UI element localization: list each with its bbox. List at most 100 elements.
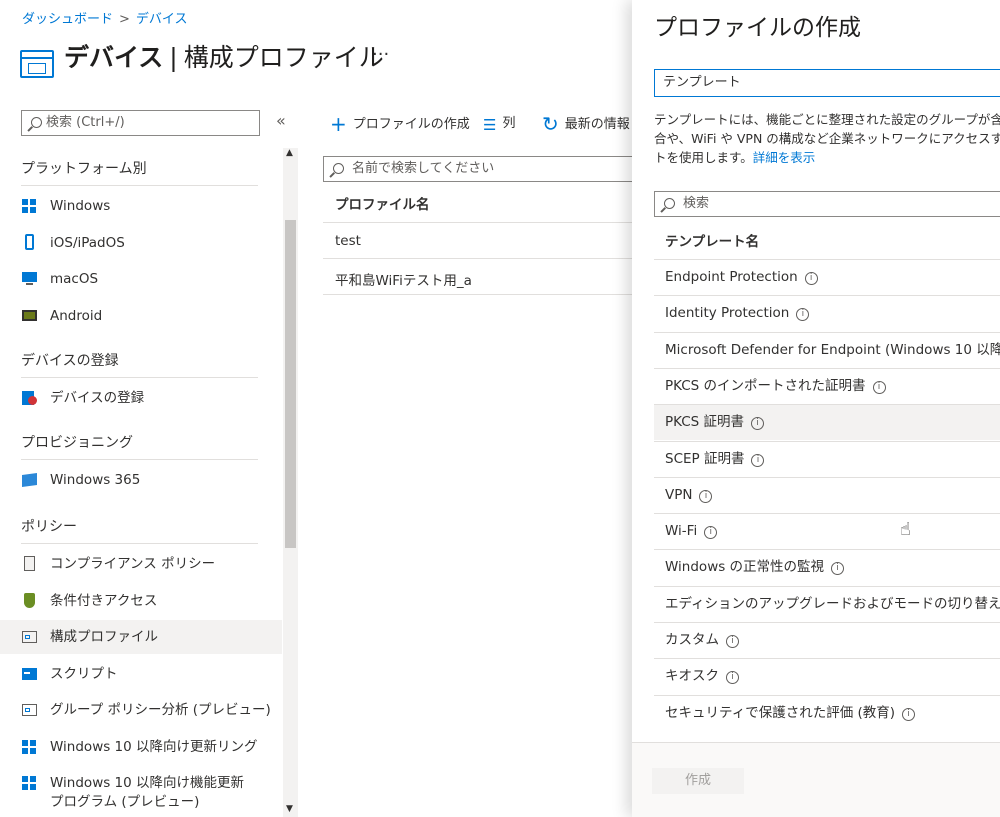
template-row[interactable]: Wi-Fi i [654,513,1000,549]
windows-icon-part [22,747,28,754]
windows-icon [22,199,37,213]
template-row-label: SCEP 証明書 i [665,450,765,469]
panel-title: プロファイルの作成 [654,15,861,41]
template-row[interactable]: PKCS のインポートされた証明書 i [654,367,1000,404]
template-name: キオスク [665,668,719,685]
info-icon[interactable]: i [796,308,810,322]
info-icon[interactable]: i [699,489,713,503]
template-row[interactable]: SCEP 証明書 i [654,440,1000,477]
profile-type-dropdown[interactable]: テンプレート [654,69,1000,97]
nav-search-input[interactable]: 検索 (Ctrl+/) [21,110,260,136]
nav-item-label-line2: プログラム (プレビュー) [50,794,200,810]
nav-item-label: macOS [50,271,99,287]
template-row-label: Wi-Fi i [665,522,718,541]
profile-type-value: テンプレート [663,75,741,90]
search-icon [31,117,42,128]
profile-row-heiwajima-wifi[interactable]: 平和島WiFiテスト用_a [335,269,472,289]
create-profile-button[interactable]: + プロファイルの作成 [330,112,470,136]
nav-item-windows[interactable]: Windows [0,189,282,223]
info-icon[interactable]: i [804,272,818,285]
info-icon[interactable]: i [751,453,765,467]
windows-icon-part [22,199,28,205]
nav-item-label: 構成プロファイル [50,629,158,645]
template-search-input[interactable]: 検索 [654,191,1000,217]
learn-more-link[interactable]: 詳細を表示 [753,150,816,165]
profile-name-column-header[interactable]: プロファイル名 [335,193,430,213]
template-name: Endpoint Protection [665,269,798,285]
template-name: Identity Protection [665,305,790,322]
template-row[interactable]: カスタム i [654,622,1000,658]
nav-item-windows[interactable]: Windows 10 以降向け更新リング [0,730,282,764]
nav-item-android-device[interactable]: Android [0,299,282,333]
template-name: SCEP 証明書 [665,450,745,467]
info-icon[interactable]: i [831,562,845,576]
nav-scrollbar-thumb[interactable] [285,220,296,548]
template-row[interactable]: Endpoint Protection i [654,259,1000,295]
scroll-down-arrow-icon[interactable]: ▼ [286,804,293,814]
nav-item-macos-monitor[interactable]: macOS [0,262,282,296]
template-row[interactable]: Microsoft Defender for Endpoint (Windows… [654,331,1000,368]
search-icon [333,163,344,174]
template-row-label: VPN i [665,486,713,505]
profile-row-test[interactable]: test [335,233,361,249]
template-name: Microsoft Defender for Endpoint (Windows… [665,341,1000,358]
collapse-nav-button[interactable]: « [276,111,286,130]
columns-button[interactable]: ☰ 列 [483,112,515,134]
group-policy-analytics-icon-part [25,708,30,712]
panel-footer: 作成 [632,742,1000,817]
description-line: 合や、WiFi や VPN の構成など企業ネットワークにアクセスす [654,131,1000,146]
nav-item-compliance-policy[interactable]: コンプライアンス ポリシー [0,547,282,581]
scroll-up-arrow-icon[interactable]: ▲ [286,148,293,158]
template-name: カスタム [665,632,719,648]
nav-item-windows365[interactable]: Windows 365 [0,463,282,497]
template-name: VPN [665,486,693,503]
create-profile-panel: プロファイルの作成 テンプレート テンプレートには、機能ごとに整理された設定のグ… [632,0,1000,817]
nav-item-device-enrollment[interactable]: デバイスの登録 [0,381,282,415]
template-row[interactable]: エディションのアップグレードおよびモードの切り替えi [654,585,1000,622]
nav-item-label: iOS/iPadOS [50,234,125,251]
template-name: PKCS 証明書 [665,414,745,431]
nav-divider [21,377,258,378]
windows-icon-part [30,739,36,746]
script-icon-part [24,671,30,674]
nav-item-group-policy-analytics[interactable]: グループ ポリシー分析 (プレビュー) [0,693,282,727]
template-row[interactable]: Identity Protection i [654,295,1000,331]
nav-item-configuration-profile[interactable]: 構成プロファイル [0,620,282,654]
hand-cursor-icon: ☝ [900,519,911,540]
template-row[interactable]: Windows の正常性の監視 i [654,549,1000,585]
nav-item-script[interactable]: スクリプト [0,657,282,691]
info-icon[interactable]: i [902,707,916,721]
nav-item-label: 条件付きアクセス [50,592,158,609]
windows365-icon-part [22,472,37,488]
search-icon [664,198,675,209]
template-name: セキュリティで保護された評価 (教育) [665,704,896,721]
breadcrumb-devices-link[interactable]: デバイス [136,12,188,27]
template-row[interactable]: PKCS 証明書 i [654,404,1000,441]
create-button[interactable]: 作成 [652,768,744,794]
info-icon[interactable]: i [726,635,739,648]
refresh-button[interactable]: ↻ 最新の情報 [542,112,630,136]
info-icon[interactable]: i [704,526,718,540]
breadcrumb-separator: > [119,12,130,27]
info-icon[interactable]: i [726,671,739,685]
template-row[interactable]: セキュリティで保護された評価 (教育) i [654,694,1000,731]
info-icon[interactable]: i [872,380,886,394]
template-row[interactable]: キオスク i [654,658,1000,694]
template-row-label: カスタム i [665,631,739,650]
row-divider [323,294,638,295]
macos-monitor-icon-part [22,272,37,282]
nav-item-ios-device[interactable]: iOS/iPadOS [0,226,282,260]
nav-item-windows[interactable]: Windows 10 以降向け機能更新 プログラム (プレビュー) [0,766,282,810]
more-options-button[interactable]: ··· [372,44,389,65]
breadcrumb-dashboard-link[interactable]: ダッシュボード [22,12,113,27]
compliance-policy-icon [22,556,37,571]
info-icon[interactable]: i [751,417,765,431]
profile-search-input[interactable]: 名前で検索してください [323,156,643,182]
nav-item-conditional-access-shield[interactable]: 条件付きアクセス [0,584,282,618]
template-row-label: PKCS 証明書 i [665,413,765,432]
template-row[interactable]: VPN i [654,476,1000,513]
windows-icon-part [30,784,36,790]
windows-icon-part [22,784,28,790]
windows-icon-part [30,747,36,754]
group-policy-analytics-icon [22,703,37,717]
